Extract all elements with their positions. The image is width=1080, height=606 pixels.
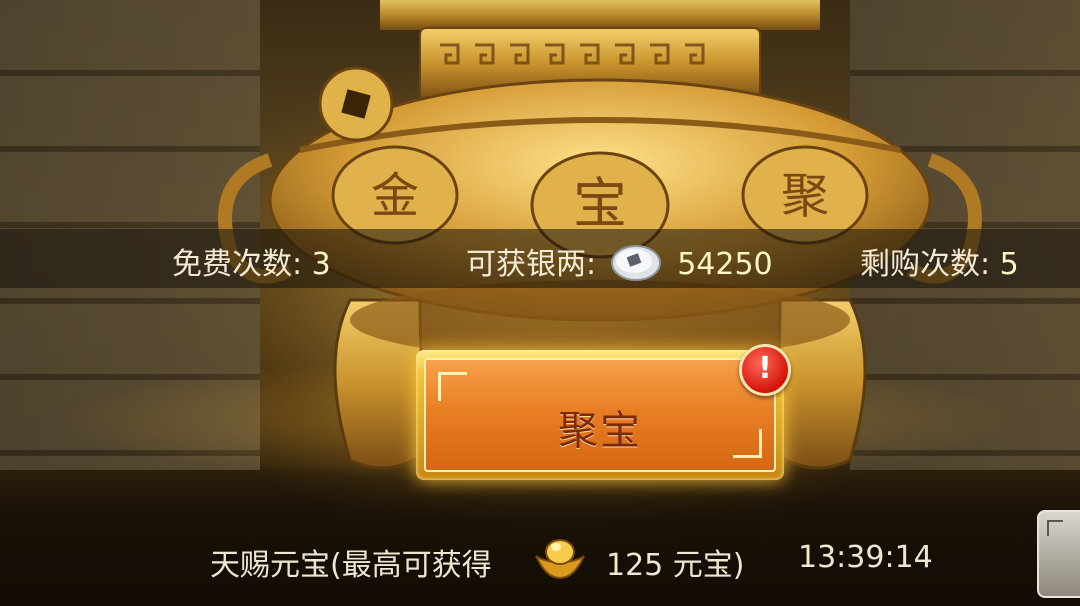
gather-treasure-button-face[interactable]: 聚宝	[424, 358, 776, 472]
remaining-label: 剩购次数:	[860, 247, 991, 282]
game-scene: 金 宝 聚 免费次数: 3 可获银两: 54250 剩购次数: 5 聚宝 ! 天…	[0, 0, 1080, 606]
gold-ingot-icon	[535, 539, 585, 580]
bonus-ingot-amount: 125 元宝)	[606, 548, 745, 583]
free-count: 免费次数: 3	[172, 239, 331, 283]
gather-treasure-button[interactable]: 聚宝	[416, 350, 784, 480]
bonus-ingot-label: 天赐元宝(最高可获得	[210, 548, 492, 583]
glyph-ju: 聚	[781, 168, 829, 224]
glyph-bao: 宝	[573, 172, 627, 235]
gather-treasure-label: 聚宝	[558, 408, 642, 454]
countdown-timer: 13:39:14	[798, 540, 933, 575]
corner-ornament-icon	[438, 372, 467, 401]
remaining-purchases: 剩购次数: 5	[860, 239, 1019, 283]
side-menu-tab[interactable]	[1037, 510, 1080, 598]
silver-value: 54250	[677, 247, 773, 282]
silver-label: 可获银两:	[466, 247, 597, 282]
free-count-label: 免费次数:	[172, 247, 303, 282]
alert-badge-icon: !	[739, 344, 791, 396]
silver-reward: 可获银两: 54250	[466, 239, 773, 283]
silver-coin-icon	[610, 244, 661, 281]
glyph-jin: 金	[371, 168, 419, 224]
remaining-value: 5	[999, 247, 1019, 282]
corner-ornament-icon	[1047, 520, 1063, 536]
free-count-value: 3	[311, 247, 331, 282]
info-bar: 免费次数: 3 可获银两: 54250 剩购次数: 5	[0, 229, 1080, 288]
